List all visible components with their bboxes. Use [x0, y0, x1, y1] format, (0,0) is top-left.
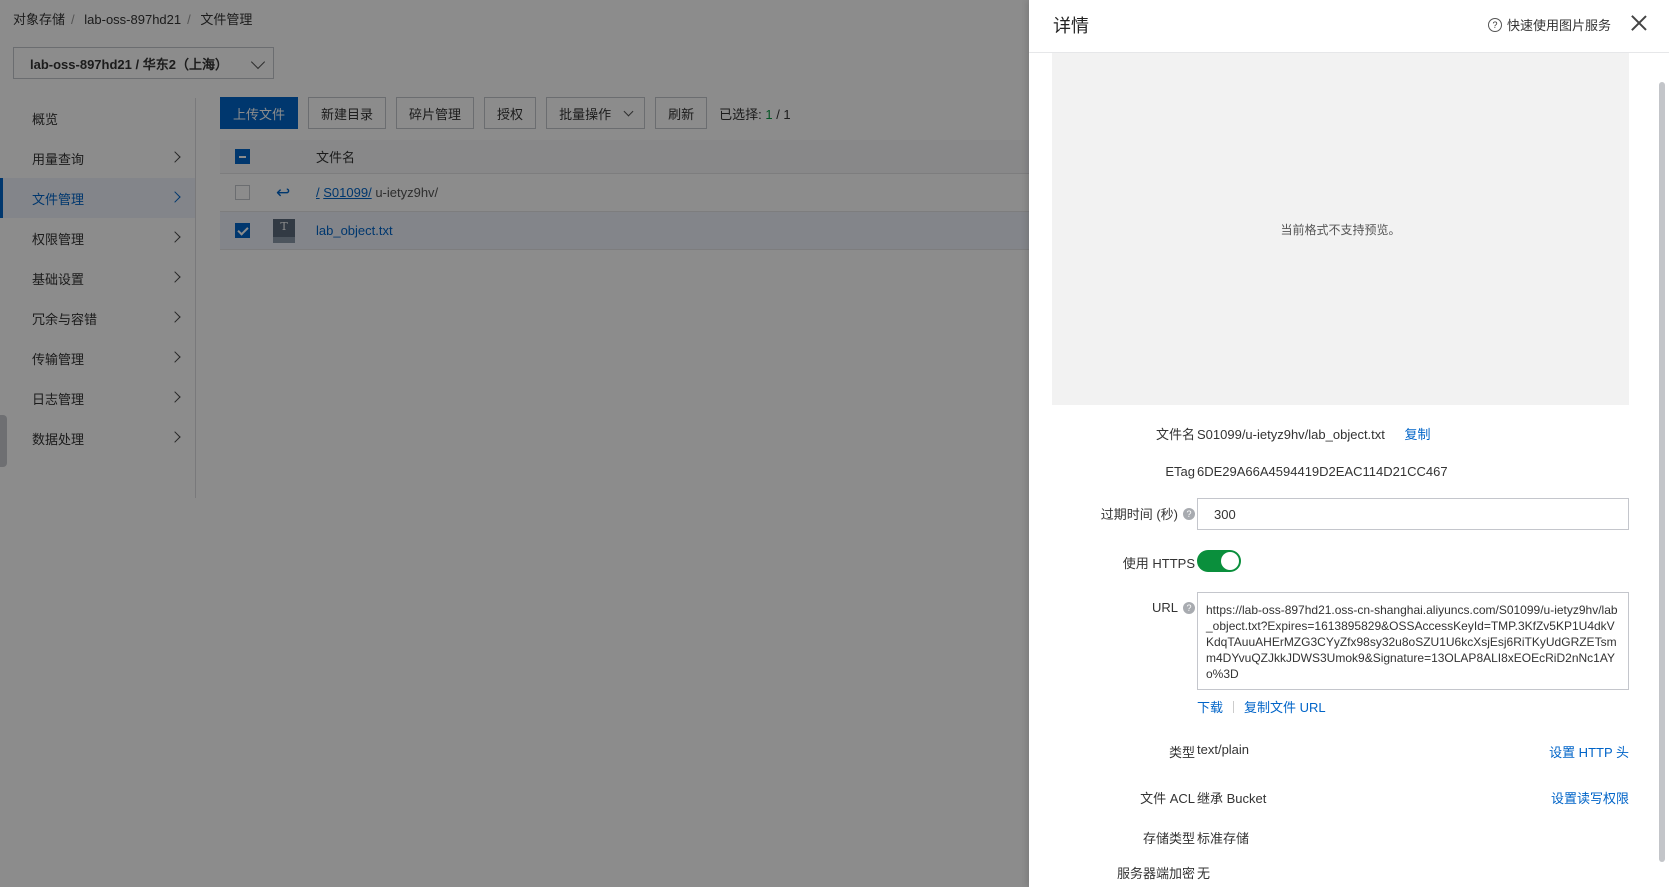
url-label: URL ? — [1152, 600, 1195, 615]
set-http-header-link[interactable]: 设置 HTTP 头 — [1549, 742, 1629, 761]
url-textarea[interactable]: https://lab-oss-897hd21.oss-cn-shanghai.… — [1197, 592, 1629, 690]
copy-url-link[interactable]: 复制文件 URL — [1244, 697, 1326, 716]
download-link[interactable]: 下载 — [1197, 697, 1223, 716]
image-service-help-link[interactable]: ? 快速使用图片服务 — [1488, 15, 1611, 34]
preview-message: 当前格式不支持预览。 — [1280, 222, 1401, 237]
expire-seconds-input[interactable]: 300 — [1197, 498, 1629, 530]
url-label-text: URL — [1151, 600, 1178, 615]
type-value: text/plain — [1197, 742, 1250, 757]
divider — [1233, 700, 1235, 713]
expire-label: 过期时间 (秒) ? — [1101, 504, 1195, 523]
acl-value: 继承 Bucket — [1197, 791, 1267, 806]
storage-class-label: 存储类型 — [1142, 831, 1195, 846]
copy-filename-link[interactable]: 复制 — [1405, 427, 1431, 442]
question-icon[interactable]: ? — [1183, 601, 1195, 614]
file-preview: 当前格式不支持预览。 — [1052, 53, 1629, 405]
https-label: 使用 HTTPS — [1122, 556, 1195, 571]
https-toggle[interactable] — [1197, 550, 1241, 572]
filename-label: 文件名 — [1155, 427, 1195, 442]
encryption-label: 服务器端加密 — [1116, 866, 1195, 881]
filename-text: S01099/u-ietyz9hv/lab_object.txt — [1197, 427, 1385, 442]
expire-label-text: 过期时间 (秒) — [1100, 507, 1178, 522]
close-icon[interactable] — [1628, 12, 1650, 34]
detail-drawer: 详情 ? 快速使用图片服务 当前格式不支持预览。 文件名 S01099/u-ie… — [1029, 0, 1669, 887]
drawer-scrollbar[interactable] — [1659, 82, 1665, 862]
storage-class-value: 标准存储 — [1197, 831, 1250, 846]
drawer-header: 详情 ? 快速使用图片服务 — [1029, 0, 1669, 53]
drawer-title: 详情 — [1053, 16, 1089, 36]
question-circle-icon: ? — [1488, 17, 1502, 32]
help-link-label: 快速使用图片服务 — [1507, 18, 1612, 33]
url-actions: 下载 复制文件 URL — [1197, 697, 1326, 716]
acl-label: 文件 ACL — [1140, 791, 1195, 806]
set-acl-link[interactable]: 设置读写权限 — [1551, 788, 1629, 807]
etag-label: ETag — [1165, 464, 1195, 479]
type-label: 类型 — [1168, 745, 1195, 760]
question-icon[interactable]: ? — [1183, 507, 1195, 520]
modal-overlay[interactable] — [0, 0, 1030, 887]
filename-value: S01099/u-ietyz9hv/lab_object.txt 复制 — [1197, 424, 1431, 443]
encryption-value: 无 — [1197, 866, 1211, 881]
etag-value: 6DE29A66A4594419D2EAC114D21CC467 — [1197, 464, 1448, 479]
